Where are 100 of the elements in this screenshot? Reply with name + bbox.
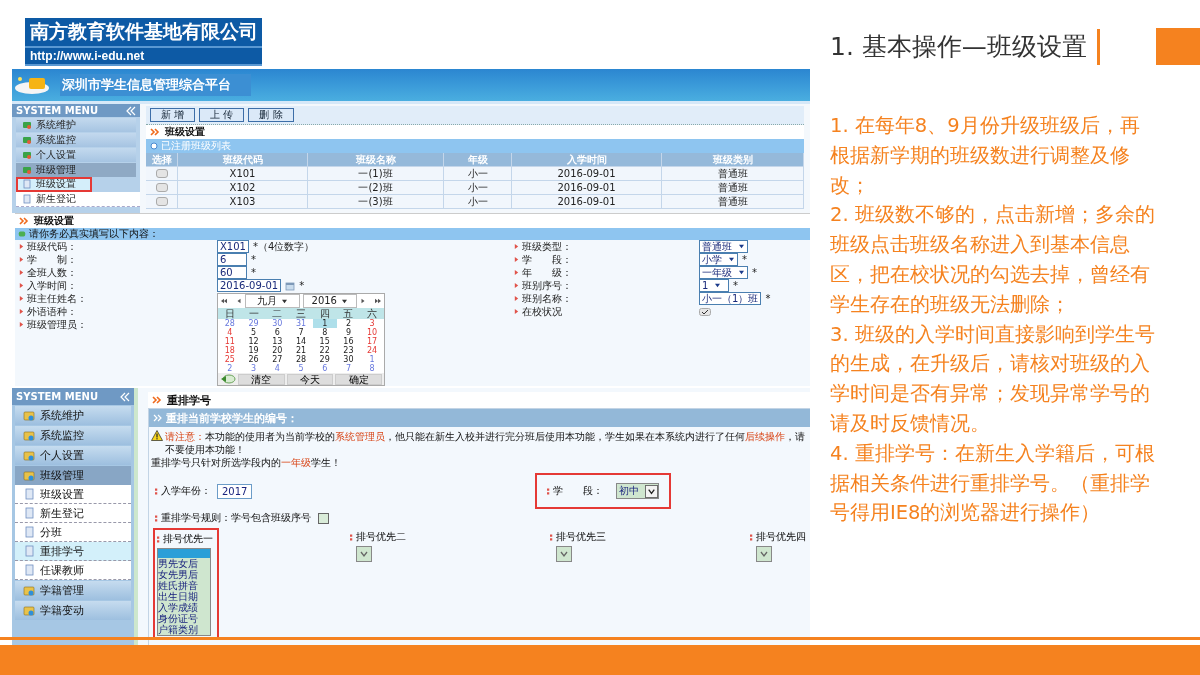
calendar-day[interactable]: 8 — [312, 328, 337, 337]
select-field[interactable]: 一年级 — [699, 266, 748, 279]
next-month-icon[interactable] — [360, 298, 366, 304]
calendar-day[interactable]: 10 — [360, 328, 384, 337]
menu-group[interactable]: 系统维护 — [15, 406, 131, 425]
calendar-day[interactable]: 11 — [218, 337, 242, 346]
checkbox[interactable] — [699, 307, 711, 316]
calendar-day[interactable]: 29 — [241, 319, 266, 328]
calendar-day[interactable]: 27 — [265, 355, 290, 364]
calendar-button[interactable]: 今天 — [286, 373, 334, 385]
input-field[interactable]: 60 — [217, 266, 247, 279]
dropdown-option[interactable]: 户籍类别 — [158, 624, 210, 635]
dropdown-option[interactable]: 身份证号 — [158, 613, 210, 624]
dropdown-option[interactable]: 出生日期 — [158, 591, 210, 602]
select-checkbox[interactable] — [155, 169, 168, 178]
calendar-day[interactable]: 28 — [218, 319, 242, 328]
toolbar-button[interactable]: 删 除 — [248, 108, 294, 122]
calendar-day[interactable]: 3 — [241, 364, 266, 373]
calendar-day[interactable]: 18 — [218, 346, 242, 355]
calendar-day[interactable]: 5 — [289, 364, 313, 373]
month-select[interactable]: 九月 — [245, 294, 300, 308]
menu-item[interactable]: 任课教师 — [15, 561, 131, 580]
input-field[interactable]: 小一（1）班 — [699, 292, 762, 305]
calendar-day[interactable]: 24 — [360, 346, 384, 355]
checkbox[interactable] — [318, 512, 329, 524]
menu-group[interactable]: 系统监控 — [15, 426, 131, 445]
dropdown-option[interactable]: 姓氏拼音 — [158, 580, 210, 591]
toolbar-button[interactable]: 新 增 — [150, 108, 196, 122]
calendar-day[interactable]: 25 — [218, 355, 242, 364]
calendar-day[interactable]: 21 — [289, 346, 313, 355]
select-checkbox[interactable] — [155, 183, 168, 192]
calendar-day[interactable]: 26 — [241, 355, 266, 364]
calendar-day[interactable]: 6 — [312, 364, 337, 373]
calendar-day[interactable]: 30 — [336, 355, 361, 364]
year-select[interactable]: 2016 — [302, 294, 357, 308]
select-field[interactable]: 普通班 — [699, 240, 748, 253]
select-field[interactable]: 1 — [699, 279, 729, 292]
collapse-icon[interactable] — [126, 105, 136, 116]
calendar-icon[interactable] — [285, 280, 296, 291]
menu-group[interactable]: 系统监控 — [16, 133, 136, 147]
calendar-day[interactable]: 8 — [360, 364, 384, 373]
menu-group[interactable]: 班级管理 — [15, 466, 131, 485]
calendar-day[interactable]: 4 — [218, 328, 242, 337]
menu-item[interactable]: 新生登记 — [15, 504, 131, 523]
calendar-day[interactable]: 7 — [336, 364, 361, 373]
menu-item[interactable]: 分班 — [15, 523, 131, 542]
calendar-day[interactable]: 12 — [241, 337, 266, 346]
calendar-day[interactable]: 30 — [265, 319, 290, 328]
menu-item[interactable]: 班级设置 — [16, 177, 92, 192]
calendar-day[interactable]: 3 — [360, 319, 384, 328]
dropdown-option[interactable]: 入学成绩 — [158, 602, 210, 613]
calendar-day[interactable]: 6 — [265, 328, 290, 337]
calendar-button[interactable]: 清空 — [238, 373, 285, 385]
calendar-day[interactable]: 2 — [218, 364, 242, 373]
stage-select[interactable]: 初中 — [616, 483, 659, 499]
calendar-day[interactable]: 13 — [265, 337, 290, 346]
calendar-day[interactable]: 31 — [289, 319, 313, 328]
calendar-day[interactable]: 23 — [336, 346, 361, 355]
collapse-icon[interactable] — [120, 391, 130, 402]
subtitle: 重排当前学校学生的编号： — [166, 410, 298, 426]
menu-group[interactable]: 个人设置 — [16, 148, 136, 162]
calendar-day[interactable]: 19 — [241, 346, 266, 355]
input-field[interactable]: 2017 — [217, 483, 253, 499]
calendar-day[interactable]: 5 — [241, 328, 266, 337]
dropdown-option[interactable]: 女先男后 — [158, 569, 210, 580]
menu-group[interactable]: 学籍变动 — [15, 601, 131, 620]
calendar-day[interactable]: 4 — [265, 364, 290, 373]
table-cell: 2016-09-01 — [512, 167, 662, 181]
calendar-day[interactable]: 1 — [360, 355, 384, 364]
dropdown-list[interactable]: 男先女后 女先男后 姓氏拼音 出生日期 入学成绩 身份证号 户籍类别 — [157, 548, 211, 636]
date-field[interactable]: 2016-09-01 — [217, 279, 282, 292]
calendar-day[interactable]: 29 — [312, 355, 337, 364]
calendar-button[interactable]: 确定 — [335, 373, 382, 385]
menu-group[interactable]: 班级管理 — [16, 163, 136, 177]
calendar-day[interactable]: 20 — [265, 346, 290, 355]
warning-icon — [151, 430, 163, 441]
calendar-day[interactable]: 1 — [312, 319, 337, 328]
previous-month-icon[interactable] — [236, 298, 242, 304]
calendar-day[interactable]: 22 — [312, 346, 337, 355]
dropdown-option[interactable]: 男先女后 — [158, 558, 210, 569]
menu-group[interactable]: 系统维护 — [16, 118, 136, 132]
input-field[interactable]: X101 — [217, 240, 249, 253]
calendar-day[interactable]: 14 — [289, 337, 313, 346]
menu-item[interactable]: 重排学号 — [15, 542, 131, 561]
calendar-day[interactable]: 16 — [336, 337, 361, 346]
calendar-day[interactable]: 2 — [336, 319, 361, 328]
menu-group[interactable]: 学籍管理 — [15, 581, 131, 600]
calendar-day[interactable]: 9 — [336, 328, 361, 337]
calendar-day[interactable]: 17 — [360, 337, 384, 346]
column-header: 班级类别 — [662, 153, 804, 167]
menu-item[interactable]: 新生登记 — [16, 192, 140, 207]
toolbar-button[interactable]: 上 传 — [199, 108, 245, 122]
select-field[interactable]: 小学 — [699, 253, 738, 266]
input-field[interactable]: 6 — [217, 253, 247, 266]
calendar-day[interactable]: 28 — [289, 355, 313, 364]
calendar-day[interactable]: 7 — [289, 328, 313, 337]
menu-group[interactable]: 个人设置 — [15, 446, 131, 465]
calendar-day[interactable]: 15 — [312, 337, 337, 346]
menu-item[interactable]: 班级设置 — [15, 485, 131, 504]
select-checkbox[interactable] — [155, 197, 168, 206]
